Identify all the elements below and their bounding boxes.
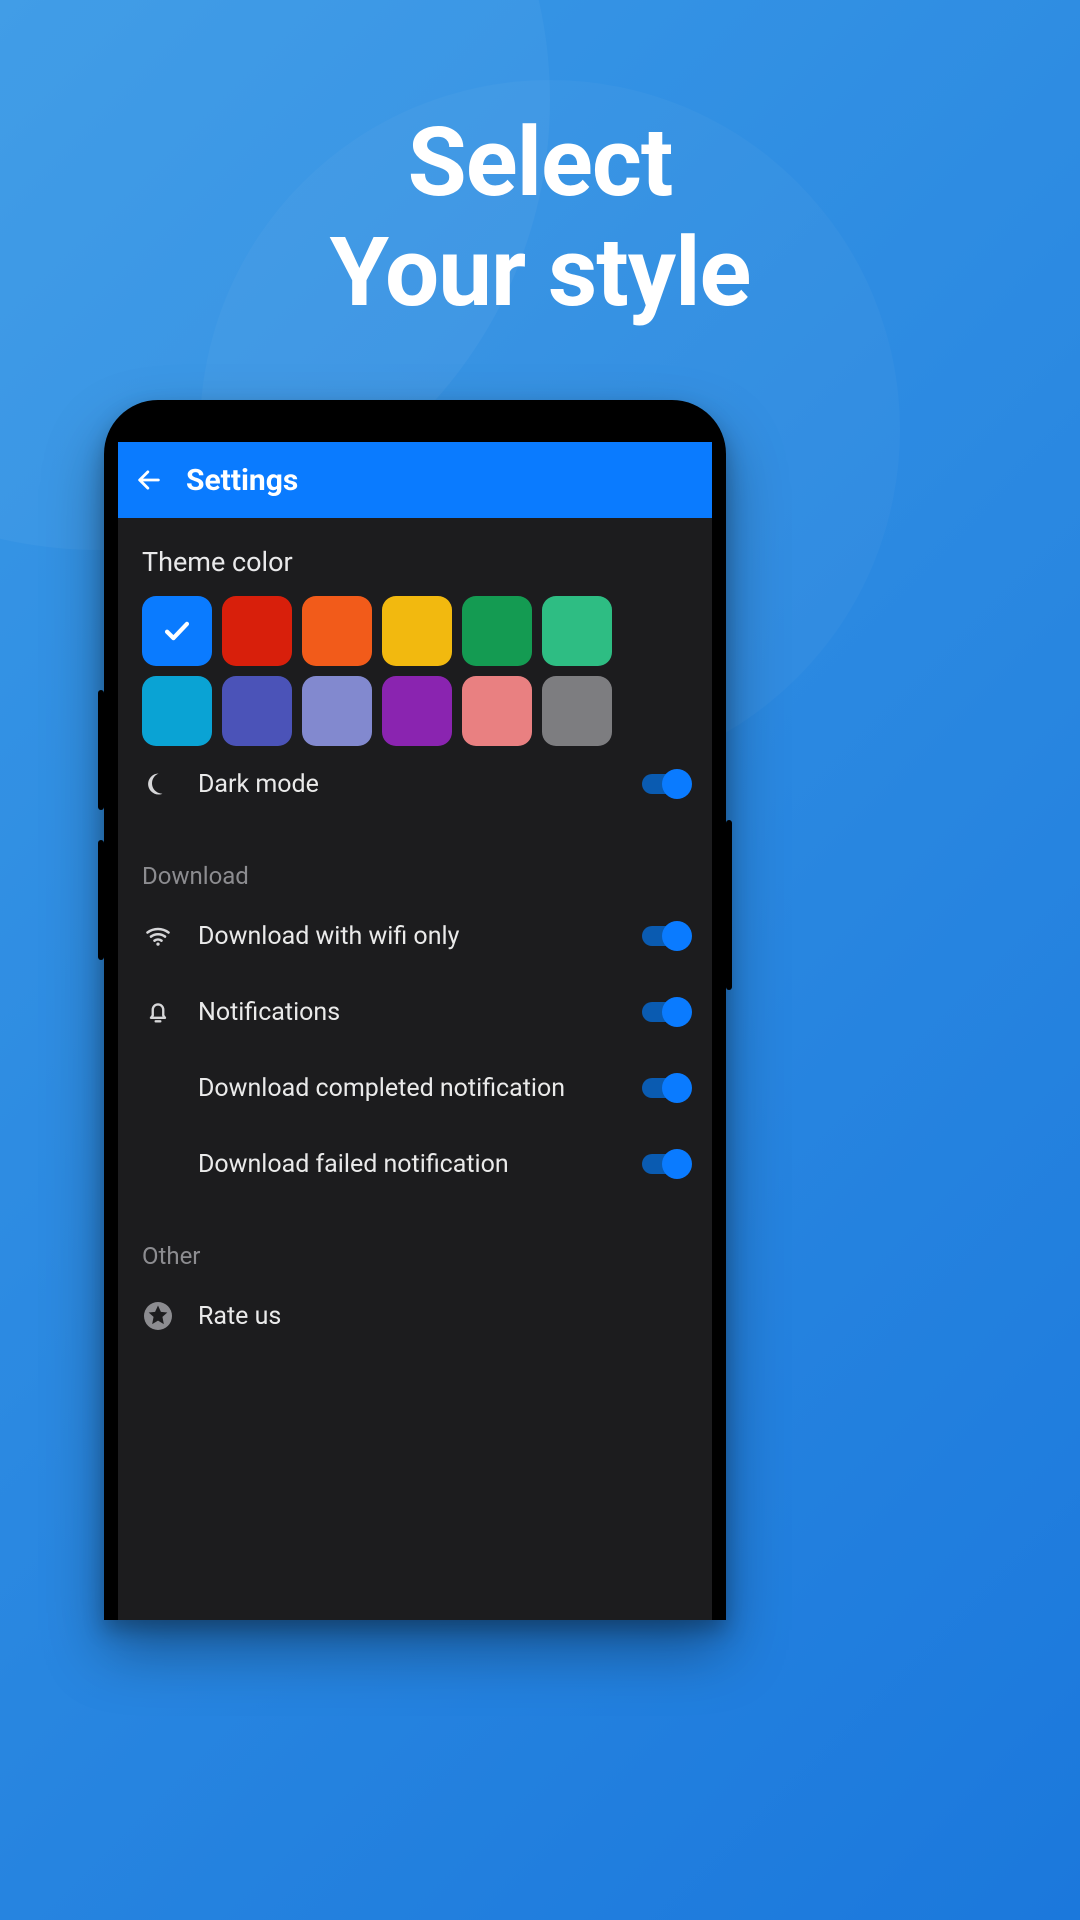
theme-swatch[interactable] [462,596,532,666]
theme-swatch[interactable] [302,596,372,666]
completed-notif-toggle[interactable] [642,1078,688,1098]
theme-swatch[interactable] [382,676,452,746]
theme-color-swatches [118,596,712,746]
headline-line-1: Select [0,108,1080,218]
theme-swatch[interactable] [542,596,612,666]
wifi-icon [142,920,174,952]
moon-icon [142,768,174,800]
dark-mode-toggle[interactable] [642,774,688,794]
promo-page: Select Your style Settings Theme color D… [0,0,1080,1920]
phone-frame: Settings Theme color Dark mode Download [104,400,726,1620]
settings-content: Theme color Dark mode Download Download … [118,518,712,1394]
rate-us-label: Rate us [198,1302,688,1331]
completed-notif-row[interactable]: Download completed notification [118,1050,712,1126]
dark-mode-row[interactable]: Dark mode [118,746,712,822]
dark-mode-label: Dark mode [198,770,618,799]
back-button[interactable] [134,465,164,495]
rate-us-row[interactable]: Rate us [118,1278,712,1354]
theme-swatch[interactable] [142,596,212,666]
theme-swatch[interactable] [462,676,532,746]
notifications-toggle[interactable] [642,1002,688,1022]
failed-notif-label: Download failed notification [198,1150,618,1179]
app-screen: Settings Theme color Dark mode Download [118,442,712,1620]
wifi-only-label: Download with wifi only [198,922,618,951]
notifications-row[interactable]: Notifications [118,974,712,1050]
wifi-only-row[interactable]: Download with wifi only [118,898,712,974]
failed-notif-row[interactable]: Download failed notification [118,1126,712,1202]
theme-swatch[interactable] [302,676,372,746]
notifications-label: Notifications [198,998,618,1027]
theme-swatch[interactable] [142,676,212,746]
theme-color-label: Theme color [118,518,712,596]
arrow-left-icon [135,466,163,494]
headline-line-2: Your style [0,218,1080,328]
wifi-only-toggle[interactable] [642,926,688,946]
completed-notif-label: Download completed notification [198,1074,618,1103]
theme-swatch[interactable] [542,676,612,746]
star-icon [142,1300,174,1332]
check-icon [160,614,194,648]
promo-headline: Select Your style [0,108,1080,329]
bell-icon [142,996,174,1028]
appbar: Settings [118,442,712,518]
appbar-title: Settings [186,463,298,498]
failed-notif-toggle[interactable] [642,1154,688,1174]
theme-swatch[interactable] [382,596,452,666]
theme-swatch[interactable] [222,596,292,666]
other-section-header: Other [118,1202,712,1278]
download-section-header: Download [118,822,712,898]
theme-swatch[interactable] [222,676,292,746]
